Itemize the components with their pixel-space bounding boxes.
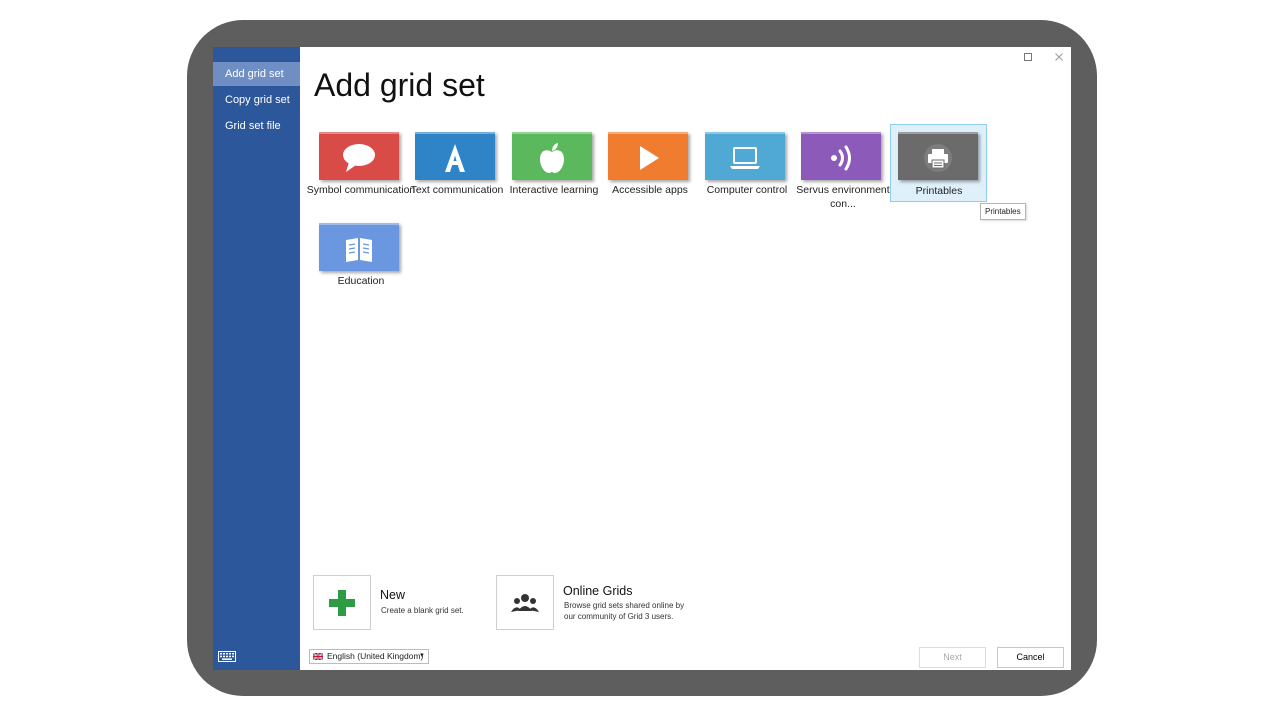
- online-option-description-line2: our community of Grid 3 users.: [564, 612, 674, 621]
- book-icon: [346, 238, 372, 262]
- tile-card: [412, 130, 495, 180]
- tile-label: Servus environment con...: [796, 184, 890, 210]
- new-option-description: Create a blank grid set.: [381, 606, 464, 615]
- tile-label: Printables: [915, 185, 963, 197]
- page-title: Add grid set: [314, 67, 485, 103]
- tile-label: Education: [337, 275, 385, 287]
- close-icon[interactable]: [1054, 52, 1064, 62]
- uk-flag-icon: [313, 653, 323, 660]
- maximize-icon[interactable]: [1023, 52, 1033, 62]
- new-grid-set-button[interactable]: [313, 575, 371, 630]
- tile-card: [895, 130, 978, 180]
- next-button[interactable]: Next: [919, 647, 986, 668]
- tile-card: [798, 130, 881, 180]
- users-group-icon: [511, 594, 539, 612]
- app-window: Add grid set Copy grid set Grid set file…: [213, 47, 1071, 670]
- laptop-icon: [730, 147, 760, 169]
- tile-servus-environment-control[interactable]: Servus environment con...: [796, 127, 890, 210]
- online-option-title: Online Grids: [563, 584, 633, 598]
- cancel-button[interactable]: Cancel: [997, 647, 1064, 668]
- tile-card: [316, 221, 399, 271]
- tile-printables[interactable]: Printables: [890, 124, 987, 202]
- tile-accessible-apps[interactable]: Accessible apps: [603, 127, 697, 207]
- plus-icon: [329, 590, 355, 616]
- tile-label: Accessible apps: [612, 184, 688, 196]
- new-option-title: New: [380, 588, 406, 602]
- tile-card: [316, 130, 399, 180]
- tile-label: Text communication: [410, 184, 504, 196]
- sidebar-item-grid-set-file[interactable]: Grid set file: [213, 114, 300, 138]
- tile-card: [509, 130, 592, 180]
- tile-label: Interactive learning: [509, 184, 599, 196]
- tile-card: [702, 130, 785, 180]
- sidebar-item-add-grid-set[interactable]: Add grid set: [213, 62, 300, 86]
- printer-icon: [924, 144, 952, 172]
- online-option-description-line1: Browse grid sets shared online by: [564, 601, 685, 610]
- tile-interactive-learning[interactable]: Interactive learning: [507, 127, 601, 207]
- tile-label: Symbol communication: [306, 184, 416, 196]
- tile-text-communication[interactable]: Text communication: [410, 127, 504, 207]
- signal-waves-icon: [831, 145, 851, 171]
- apple-icon: [540, 143, 564, 173]
- play-icon: [640, 146, 659, 170]
- online-grids-button[interactable]: [496, 575, 554, 630]
- language-label: English (United Kingdom): [327, 651, 424, 661]
- tile-card: [605, 130, 688, 180]
- language-dropdown[interactable]: English (United Kingdom) ▼: [309, 649, 429, 664]
- sidebar-item-copy-grid-set[interactable]: Copy grid set: [213, 88, 300, 112]
- tile-computer-control[interactable]: Computer control: [700, 127, 794, 207]
- tile-education[interactable]: Education: [314, 218, 408, 298]
- tooltip: Printables: [980, 203, 1026, 220]
- tile-symbol-communication[interactable]: Symbol communication: [307, 127, 415, 207]
- keyboard-icon[interactable]: [218, 651, 236, 662]
- speech-bubble-icon: [343, 144, 375, 172]
- sidebar: Add grid set Copy grid set Grid set file: [213, 47, 300, 670]
- tile-label: Computer control: [706, 184, 788, 196]
- chevron-down-icon: ▼: [419, 653, 425, 659]
- letter-a-icon: [445, 144, 465, 172]
